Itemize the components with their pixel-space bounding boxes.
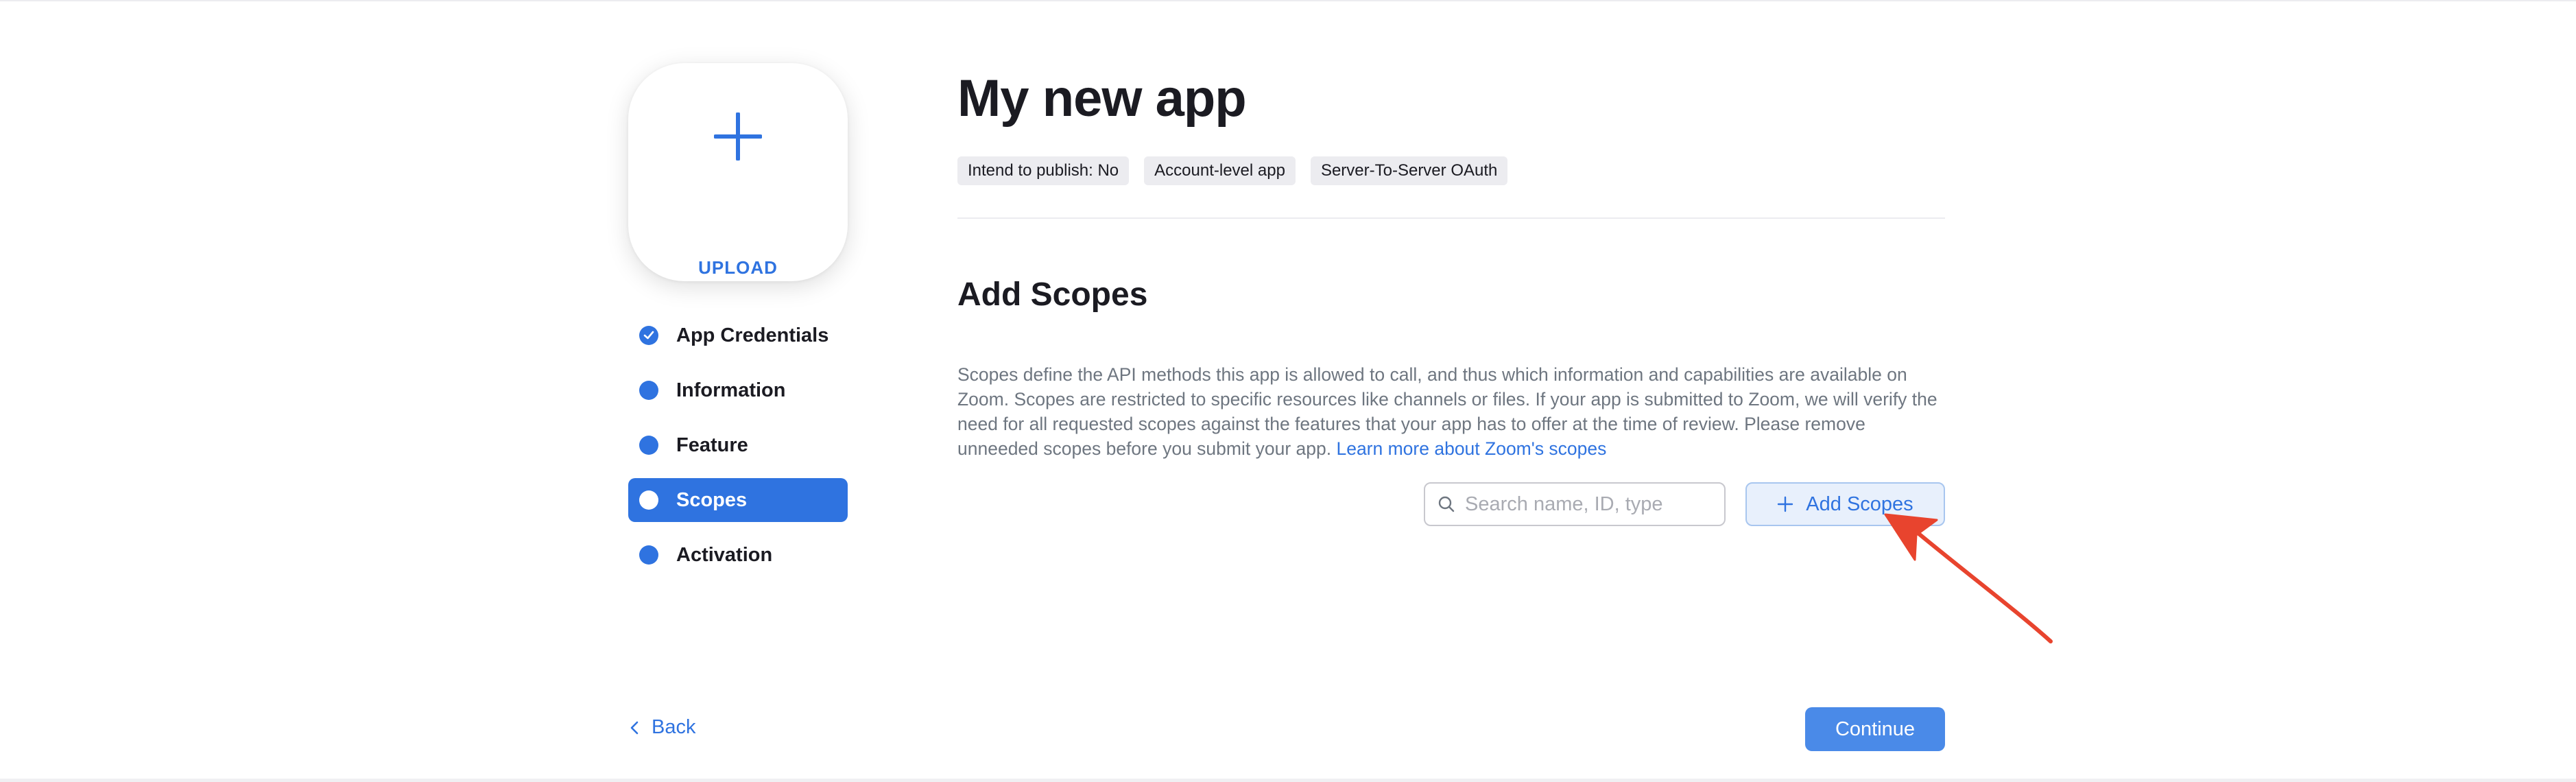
continue-button[interactable]: Continue xyxy=(1805,707,1945,751)
back-label: Back xyxy=(652,716,696,738)
step-dot-icon xyxy=(639,545,658,565)
top-border xyxy=(0,0,2576,1)
section-title: Add Scopes xyxy=(957,276,1148,313)
step-dot-icon xyxy=(639,381,658,400)
chevron-left-icon xyxy=(630,721,639,734)
nav-item-information[interactable]: Information xyxy=(628,368,848,412)
tag-publish: Intend to publish: No xyxy=(957,156,1130,185)
step-dot-icon xyxy=(639,436,658,455)
search-input[interactable] xyxy=(1465,493,1712,516)
search-icon xyxy=(1438,496,1455,512)
back-button[interactable]: Back xyxy=(630,716,695,739)
step-dot-icon xyxy=(639,490,658,510)
continue-label: Continue xyxy=(1835,718,1916,740)
scope-search-field[interactable] xyxy=(1424,482,1726,526)
nav-item-scopes[interactable]: Scopes xyxy=(628,478,848,522)
nav-item-label: App Credentials xyxy=(676,324,829,346)
tag-app-type: Server-To-Server OAuth xyxy=(1310,156,1508,185)
plus-icon xyxy=(1778,496,1793,512)
nav-item-label: Activation xyxy=(676,543,773,566)
plus-icon xyxy=(714,112,762,161)
scopes-description: Scopes define the API methods this app i… xyxy=(957,362,1945,461)
app-tags: Intend to publish: No Account-level app … xyxy=(957,156,1508,185)
upload-app-icon-button[interactable]: UPLOAD xyxy=(628,63,848,281)
nav-item-label: Scopes xyxy=(676,488,748,511)
app-setup-page: UPLOAD App Credentials Information Featu… xyxy=(0,0,2576,782)
tag-app-level: Account-level app xyxy=(1144,156,1296,185)
nav-item-app-credentials[interactable]: App Credentials xyxy=(628,313,848,357)
checkmark-icon xyxy=(639,326,658,345)
header-divider xyxy=(957,217,1945,219)
nav-item-label: Information xyxy=(676,379,786,401)
learn-more-link[interactable]: Learn more about Zoom's scopes xyxy=(1336,438,1606,459)
bottom-border xyxy=(0,779,2576,782)
nav-item-activation[interactable]: Activation xyxy=(628,533,848,577)
annotation-arrow-icon xyxy=(1884,513,2053,643)
nav-item-feature[interactable]: Feature xyxy=(628,423,848,467)
page-title: My new app xyxy=(957,69,1247,128)
nav-item-label: Feature xyxy=(676,434,748,456)
upload-label: UPLOAD xyxy=(698,257,778,278)
